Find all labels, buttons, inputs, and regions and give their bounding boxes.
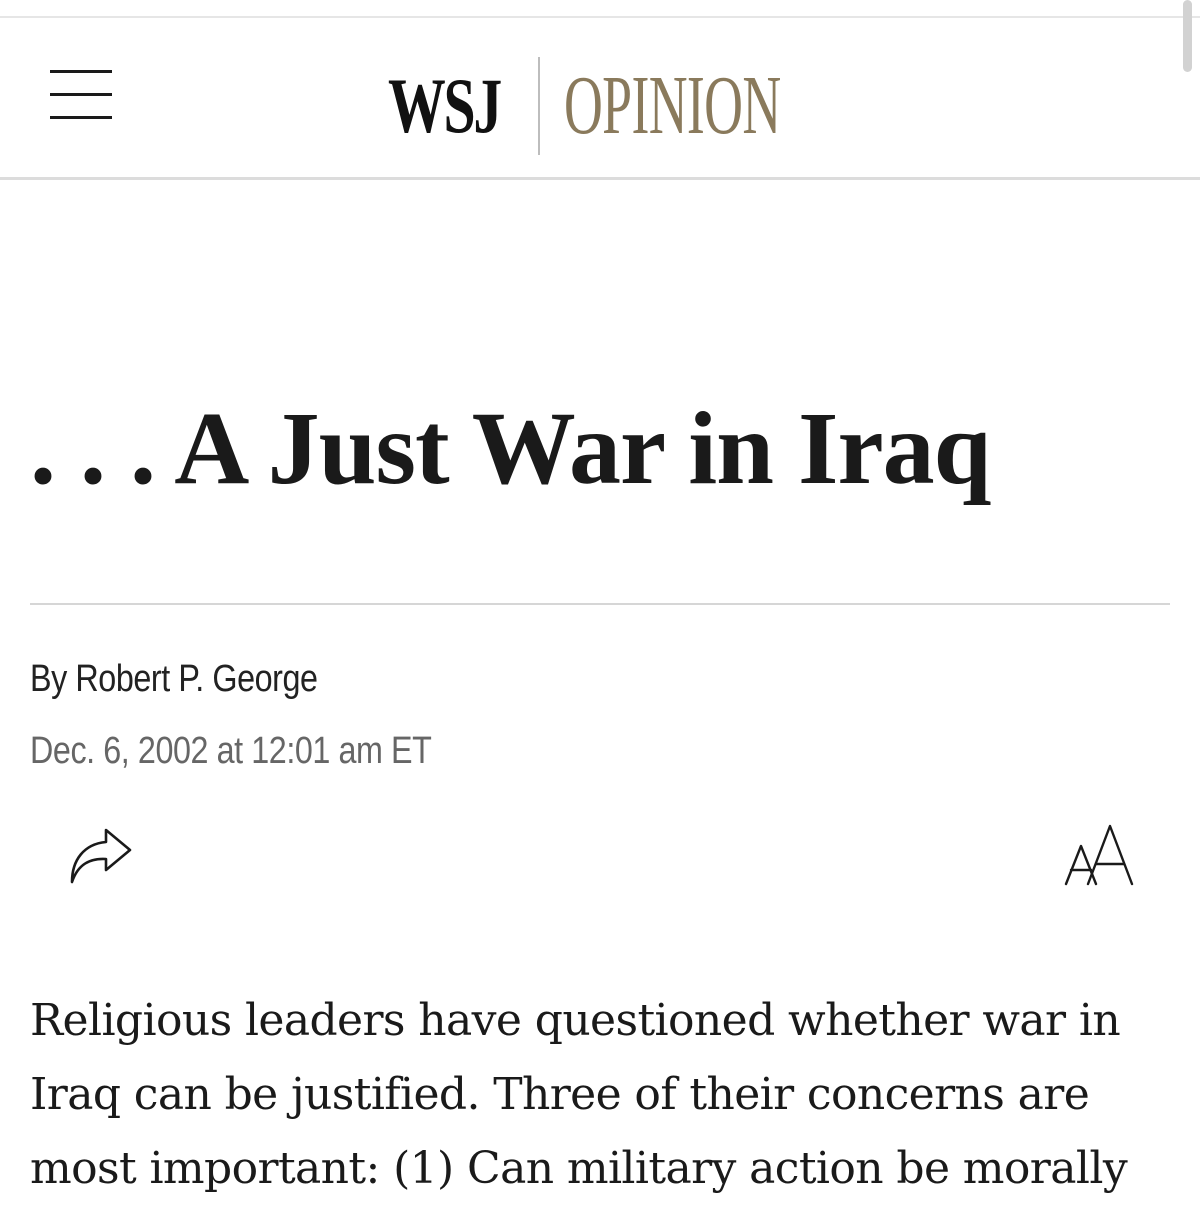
article-dateline: Dec. 6, 2002 at 12:01 am ET: [30, 730, 432, 772]
headline-divider: [30, 603, 1170, 605]
site-header: WSJ OPINION: [0, 18, 1200, 178]
wsj-opinion-logo[interactable]: WSJ OPINION: [388, 50, 834, 162]
article-body: Religious leaders have questioned whethe…: [30, 995, 1128, 1194]
logo-section-opinion: OPINION: [564, 59, 781, 152]
header-divider: [0, 177, 1200, 180]
hamburger-menu-icon[interactable]: [50, 70, 112, 120]
logo-wsj: WSJ: [388, 62, 502, 149]
logo-divider: [538, 57, 540, 155]
text-size-icon[interactable]: [1062, 822, 1134, 888]
share-arrow-icon[interactable]: [68, 826, 134, 886]
article-byline[interactable]: By Robert P. George: [30, 658, 318, 701]
article-headline: . . . A Just War in Iraq: [30, 391, 991, 506]
